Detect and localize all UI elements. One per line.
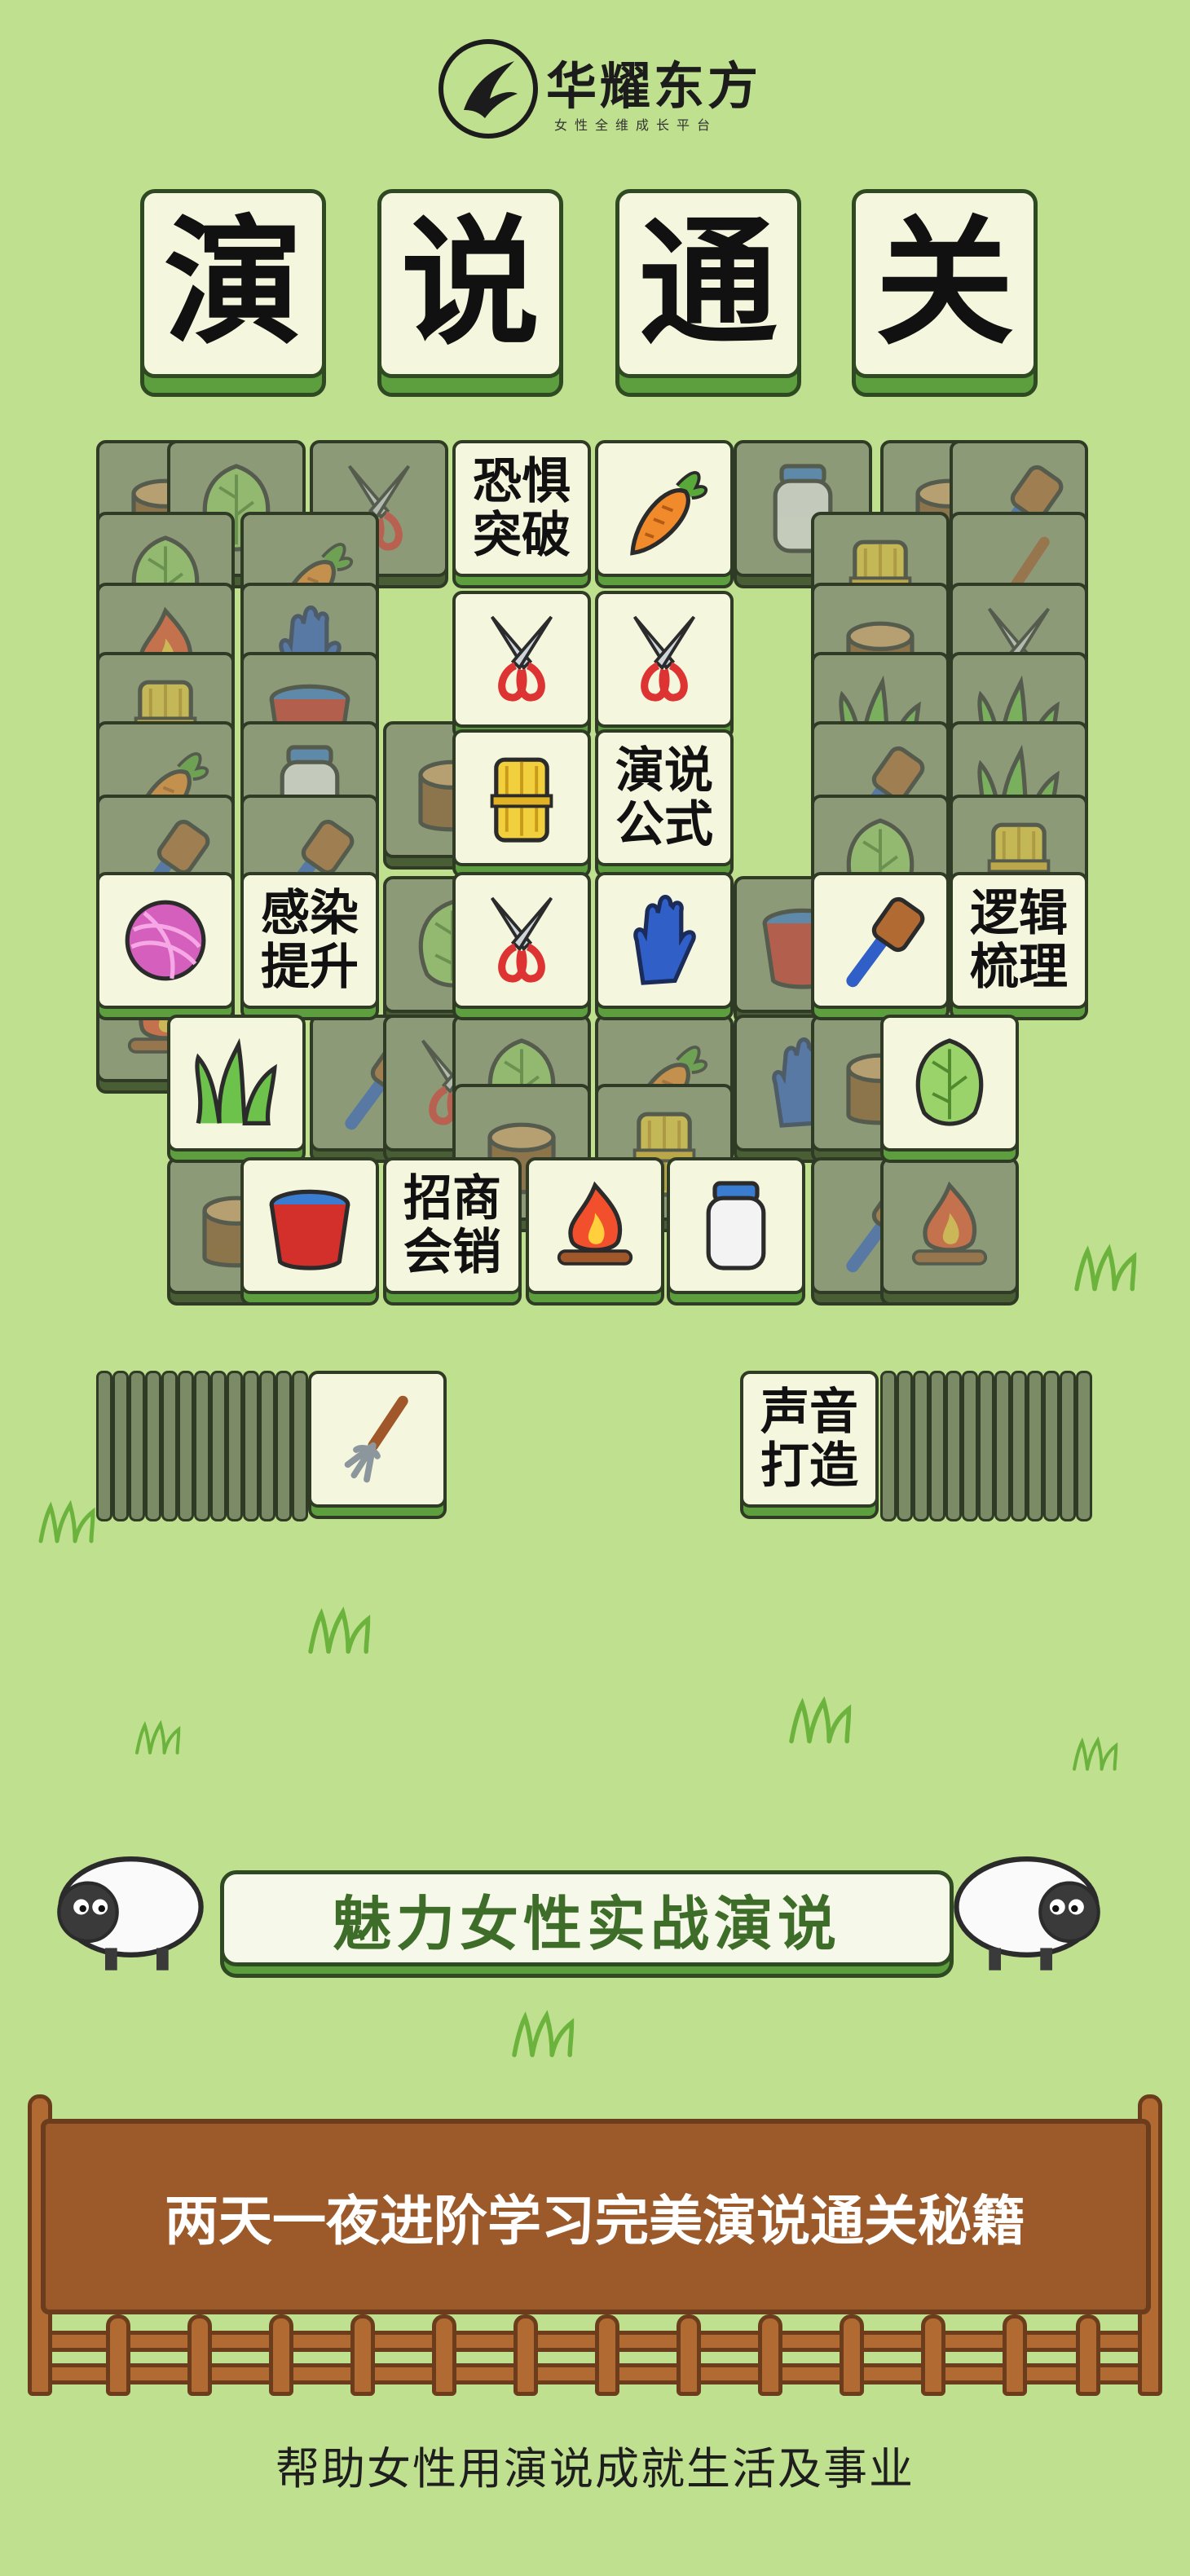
tile-label: 逻辑 梳理 — [970, 885, 1068, 996]
tile-scissors[interactable] — [452, 872, 591, 1020]
carrot-icon — [611, 456, 717, 561]
scissors-icon — [469, 887, 575, 993]
banner-title: 魅力女性实战演说 — [220, 1870, 954, 1966]
tile-investment-sales[interactable]: 招商 会销 — [383, 1157, 522, 1306]
brand-logo: 华耀东方 女性全维成长平台 — [436, 37, 762, 143]
footer-slogan: 帮助女性用演说成就生活及事业 — [275, 2443, 915, 2495]
tile-brush[interactable] — [811, 872, 950, 1020]
grass-tuft-icon — [302, 1601, 391, 1655]
title-tile-1: 演 — [140, 189, 326, 397]
title-char: 关 — [852, 189, 1038, 378]
tile-label: 感染 提升 — [261, 885, 359, 996]
cabbage-icon — [897, 1030, 1003, 1136]
glove-icon — [611, 887, 717, 993]
tile-grass[interactable] — [167, 1015, 306, 1163]
fence-sign-text: 两天一夜进阶学习完美演说通关秘籍 — [165, 2190, 1025, 2252]
grass-icon — [183, 1030, 289, 1136]
milk-jar-icon — [683, 1173, 789, 1279]
title-char: 通 — [615, 189, 801, 378]
title-tile-2: 说 — [377, 189, 563, 397]
fire-icon — [897, 1173, 1003, 1279]
tile-speech-formula[interactable]: 演说 公式 — [595, 729, 734, 878]
sheep-icon — [950, 1838, 1121, 1976]
tile-bucket[interactable] — [240, 1157, 379, 1306]
pitchfork-icon — [324, 1386, 430, 1492]
grass-tuft-icon — [782, 1691, 872, 1745]
wheat-icon — [469, 745, 575, 851]
stack-top-voice[interactable]: 声音 打造 — [740, 1371, 879, 1519]
tile-logic-sorting[interactable]: 逻辑 梳理 — [950, 872, 1088, 1020]
tile-scissors[interactable] — [595, 591, 734, 739]
title-tile-4: 关 — [852, 189, 1038, 397]
course-banner: 魅力女性实战演说 — [220, 1870, 954, 1978]
scissors-icon — [611, 606, 717, 712]
sheep-icon — [37, 1838, 208, 1976]
grass-tuft-icon — [130, 1715, 196, 1756]
tile-fire[interactable] — [526, 1157, 664, 1306]
tile-appeal-boost[interactable]: 感染 提升 — [240, 872, 379, 1020]
tile-wheat[interactable] — [452, 729, 591, 878]
tile-fear-breakthrough[interactable]: 恐惧 突破 — [452, 440, 591, 588]
scissors-icon — [469, 606, 575, 712]
yarn-icon — [112, 887, 218, 993]
brand-tagline: 女性全维成长平台 — [554, 117, 718, 133]
tile-glove[interactable] — [595, 872, 734, 1020]
bucket-icon — [257, 1173, 363, 1279]
tile-carrot[interactable] — [595, 440, 734, 588]
fire-icon — [542, 1173, 648, 1279]
brush-icon — [827, 887, 933, 993]
grass-tuft-icon — [505, 2005, 595, 2059]
tile-label: 演说 公式 — [615, 742, 713, 853]
tile-milk-jar[interactable] — [667, 1157, 805, 1306]
grass-tuft-icon — [33, 1495, 114, 1544]
title-char: 说 — [377, 189, 563, 378]
tile-scissors[interactable] — [452, 591, 591, 739]
tile-cabbage[interactable] — [880, 1015, 1019, 1163]
tile-label: 声音 打造 — [760, 1384, 858, 1495]
phoenix-logo-icon — [439, 39, 538, 139]
brand-name: 华耀东方 — [546, 56, 762, 116]
grass-tuft-icon — [1068, 1239, 1157, 1292]
title-tile-3: 通 — [615, 189, 801, 397]
stack-top-pitchfork[interactable] — [308, 1371, 447, 1519]
game-tile — [880, 1157, 1019, 1306]
tile-label: 恐惧 突破 — [473, 453, 571, 564]
title-char: 演 — [140, 189, 326, 378]
tile-label: 招商 会销 — [403, 1170, 501, 1281]
tile-yarn[interactable] — [96, 872, 235, 1020]
grass-tuft-icon — [1068, 1732, 1133, 1772]
